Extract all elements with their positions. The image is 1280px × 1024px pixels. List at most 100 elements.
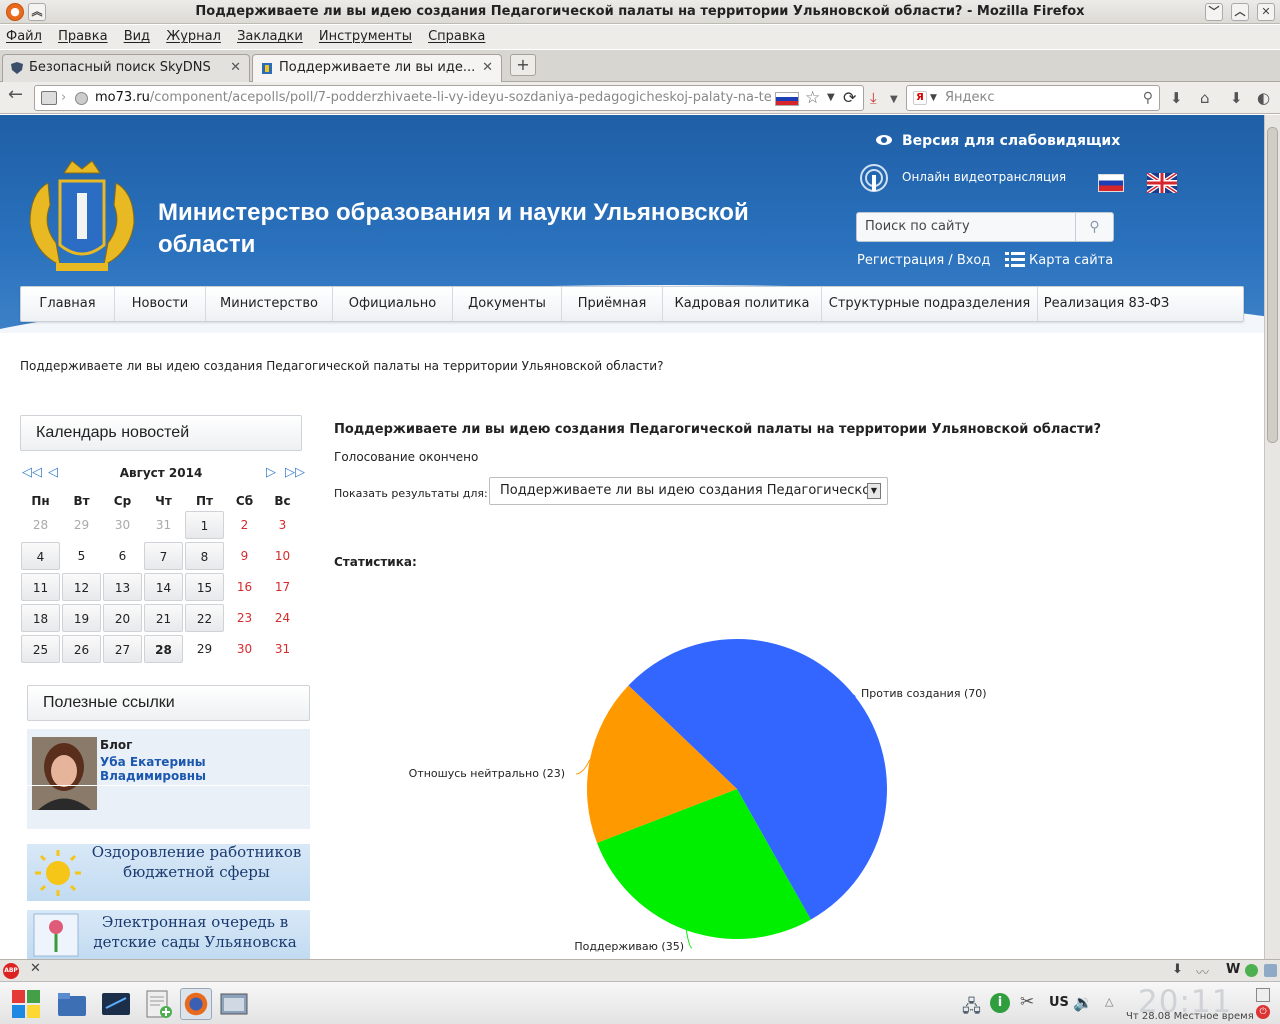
calendar-day[interactable]: 27 (103, 635, 142, 663)
web-search-box[interactable]: Я ▼ Яндекс ⚲ (906, 85, 1160, 111)
calendar-day[interactable]: 14 (144, 573, 183, 601)
adblock-icon[interactable]: ABP (3, 963, 19, 979)
nav-83fz[interactable]: Реализация 83-ФЗ (1038, 287, 1175, 321)
window-manager-icon[interactable] (218, 988, 250, 1020)
menu-help[interactable]: Справка (428, 29, 485, 44)
menu-bookmarks[interactable]: Закладки (237, 29, 303, 44)
new-tab-button[interactable]: + (510, 54, 536, 76)
calendar-day[interactable]: 26 (62, 635, 101, 663)
menu-view[interactable]: Вид (124, 29, 150, 44)
show-desktop-icon[interactable] (1256, 988, 1270, 1002)
addon-orb-icon[interactable]: ◐ (1257, 89, 1270, 107)
yandex-logo-icon: Я (913, 91, 927, 105)
back-arrow-icon[interactable]: ← (8, 86, 23, 104)
calendar-day[interactable]: 21 (144, 604, 183, 632)
calendar-day[interactable]: 22 (185, 604, 224, 632)
calendar-day[interactable]: 11 (21, 573, 60, 601)
calendar-day[interactable]: 25 (21, 635, 60, 663)
volume-icon[interactable]: 🔉 (1073, 993, 1093, 1012)
nav-ministry[interactable]: Министерство (206, 287, 333, 321)
reload-icon[interactable]: ⟳ (843, 86, 856, 110)
power-icon[interactable]: ⏻ (1256, 1005, 1270, 1019)
sitemap-link[interactable]: Карта сайта (1029, 253, 1113, 268)
poll-results-select[interactable]: Поддерживаете ли вы идею создания Педаго… (489, 477, 888, 505)
nav-home[interactable]: Главная (21, 287, 115, 321)
tab-close-icon[interactable]: ✕ (482, 55, 493, 81)
wikipedia-icon[interactable]: W (1226, 962, 1240, 977)
url-dropdown-icon[interactable]: ▼ (827, 86, 835, 110)
page-info-icon[interactable] (41, 91, 57, 105)
calendar-day[interactable]: 12 (62, 573, 101, 601)
minimize-button[interactable]: ﹀ (1205, 3, 1223, 21)
calendar-day[interactable]: 20 (103, 604, 142, 632)
download-status-icon[interactable]: ⬇ (1172, 962, 1183, 977)
calendar-day[interactable]: 15 (185, 573, 224, 601)
health-banner[interactable]: Оздоровление работников бюджетной сферы (27, 843, 310, 901)
english-language-flag-icon[interactable] (1147, 173, 1177, 193)
start-menu-icon[interactable] (10, 988, 42, 1020)
collapse-icon[interactable]: ︽ (28, 3, 46, 21)
addon-status-icon[interactable]: 〰 (1196, 962, 1209, 981)
menu-file[interactable]: Файл (6, 29, 42, 44)
menu-edit[interactable]: Правка (58, 29, 107, 44)
scrollbar-thumb[interactable] (1267, 127, 1278, 443)
tray-expand-icon[interactable]: △ (1105, 995, 1113, 1008)
dropdown-arrow-icon[interactable]: ▼ (867, 483, 881, 499)
nav-reception[interactable]: Приёмная (562, 287, 663, 321)
calendar-day[interactable]: 8 (185, 542, 224, 570)
video-stream-link[interactable]: Онлайн видеотрансляция (902, 170, 1066, 184)
nav-news[interactable]: Новости (115, 287, 206, 321)
menu-tools[interactable]: Инструменты (319, 29, 412, 44)
bookmark-star-icon[interactable]: ☆ (805, 86, 820, 110)
tab-skydns[interactable]: Безопасный поиск SkyDNS ✕ (2, 54, 250, 82)
info-icon[interactable]: i (990, 993, 1010, 1013)
site-title[interactable]: Министерство образования и науки Ульянов… (158, 197, 838, 261)
blog-author-link[interactable]: Уба Екатерины Владимировны (100, 755, 310, 783)
home-icon[interactable]: ⌂ (1200, 89, 1210, 107)
nav-documents[interactable]: Документы (453, 287, 562, 321)
clock-date: Чт 28.08 Местное время (1126, 1011, 1254, 1022)
crest-favicon-icon (262, 63, 272, 74)
nav-hr-policy[interactable]: Кадровая политика (663, 287, 822, 321)
nav-official[interactable]: Официально (333, 287, 453, 321)
save-page-icon[interactable]: ⬇ (1230, 89, 1243, 107)
status-close-icon[interactable]: ✕ (30, 961, 41, 976)
calendar-next-month-icon[interactable]: ▷ (266, 463, 276, 483)
network-icon[interactable]: 🖧 (962, 994, 981, 1023)
terminal-icon[interactable] (100, 988, 132, 1020)
tab-close-icon[interactable]: ✕ (230, 55, 241, 81)
calendar-day[interactable]: 1 (185, 511, 224, 539)
calendar-day[interactable]: 19 (62, 604, 101, 632)
calendar-day[interactable]: 7 (144, 542, 183, 570)
tab-poll[interactable]: Поддерживаете ли вы иде... ✕ (252, 54, 502, 82)
addon-dropdown-icon[interactable]: ▼ (890, 91, 898, 109)
register-login-link[interactable]: Регистрация / Вход (857, 253, 990, 268)
calendar-day[interactable]: 13 (103, 573, 142, 601)
tab-bar: Безопасный поиск SkyDNS ✕ Поддерживаете … (0, 50, 1280, 82)
magnifier-icon[interactable]: ⚲ (1143, 86, 1153, 110)
calendar-next-year-icon[interactable]: ▷▷ (285, 463, 305, 483)
blog-card[interactable]: Блог Уба Екатерины Владимировны (27, 729, 310, 829)
site-search-input[interactable]: Поиск по сайту ⚲ (856, 212, 1114, 242)
engine-dropdown-icon[interactable]: ▼ (930, 86, 937, 110)
kindergarten-queue-banner[interactable]: Электронная очередь в детские сады Ульян… (27, 910, 310, 959)
vertical-scrollbar[interactable] (1264, 115, 1280, 959)
nav-departments[interactable]: Структурные подразделения (822, 287, 1038, 321)
calendar-day[interactable]: 18 (21, 604, 60, 632)
menu-history[interactable]: Журнал (166, 29, 221, 44)
url-bar[interactable]: › mo73.ru/component/acepolls/poll/7-podd… (34, 85, 864, 111)
firefox-taskbar-icon[interactable] (180, 988, 212, 1020)
close-button[interactable]: ✕ (1257, 3, 1275, 21)
download-icon[interactable]: ⬇ (1170, 89, 1183, 107)
russian-language-flag-icon[interactable] (1098, 174, 1124, 192)
scissors-icon[interactable]: ✂ (1020, 992, 1034, 1012)
addon-block-icon[interactable]: ⤓ (870, 89, 877, 107)
site-search-button[interactable]: ⚲ (1075, 213, 1113, 241)
calendar-day-today[interactable]: 28 (144, 635, 183, 663)
text-editor-icon[interactable] (142, 988, 174, 1020)
low-vision-link[interactable]: Версия для слабовидящих (902, 133, 1120, 149)
maximize-button[interactable]: ︿ (1231, 3, 1249, 21)
file-manager-icon[interactable] (56, 988, 88, 1020)
calendar-day[interactable]: 4 (21, 542, 60, 570)
keyboard-layout[interactable]: US (1049, 995, 1069, 1010)
